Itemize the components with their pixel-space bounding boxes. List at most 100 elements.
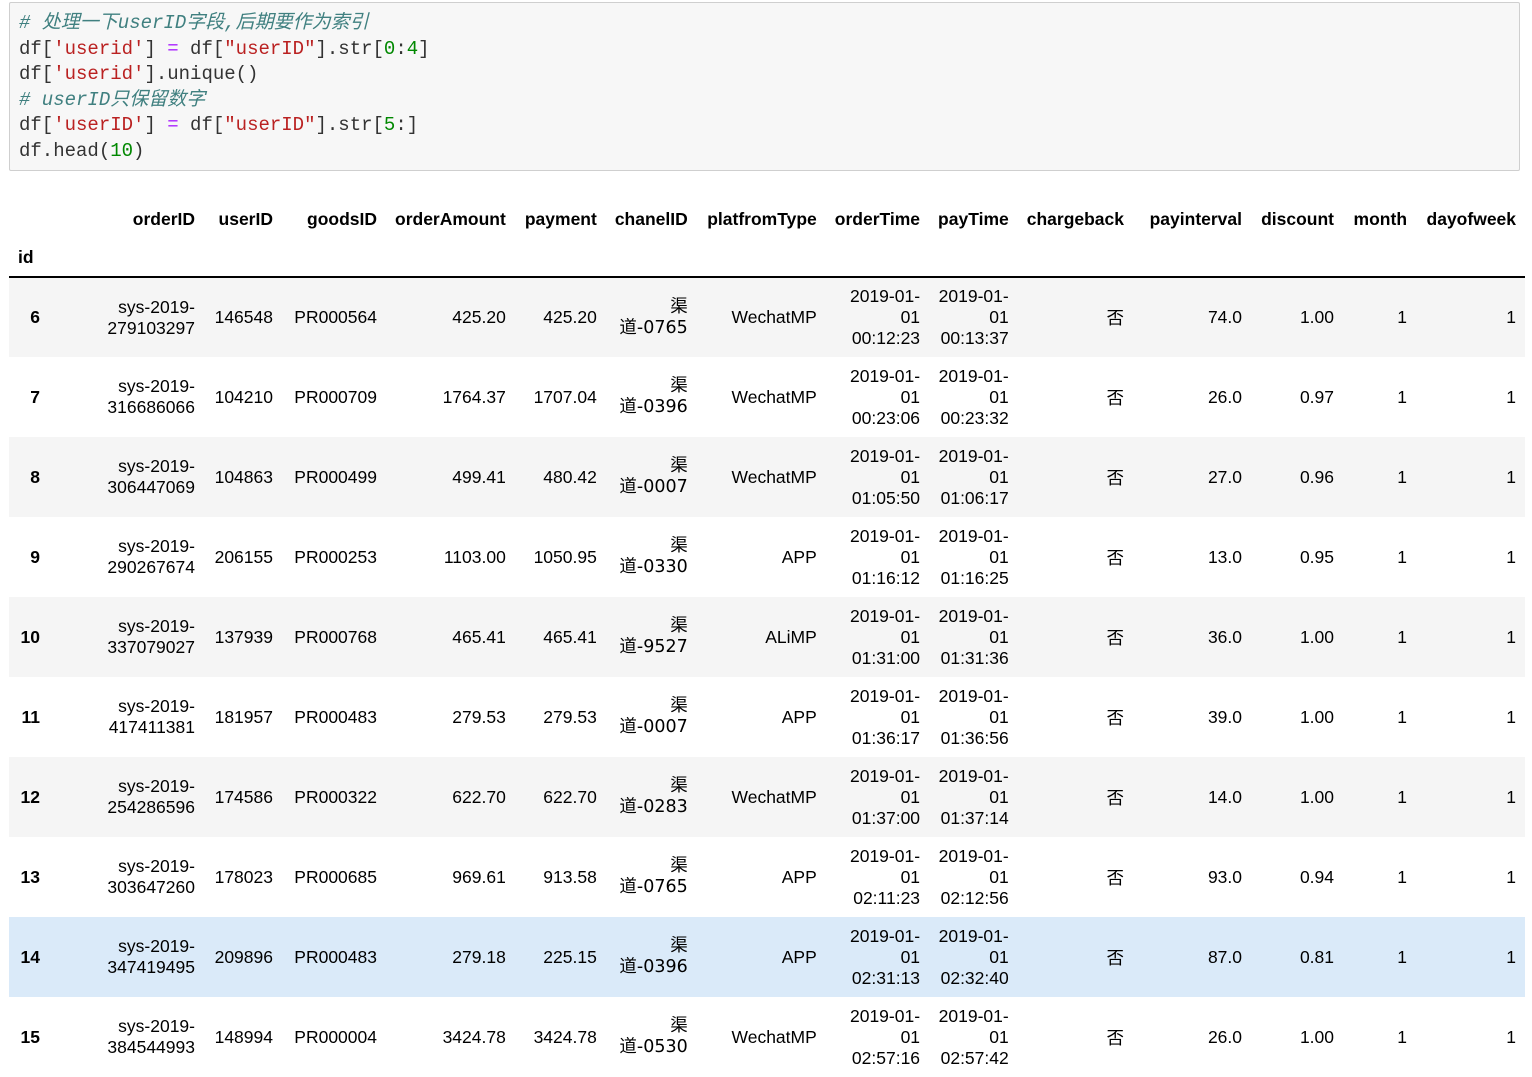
- cell-month: 1: [1397, 786, 1408, 807]
- cell-payinterval: 74.0: [1207, 307, 1243, 327]
- cell-payinterval: 26.0: [1207, 386, 1243, 407]
- table-body: 6 sys-2019-279103297 146548 PR000564 425.20 4…: [9, 277, 1526, 1077]
- cell-month: 1: [1397, 466, 1408, 487]
- cell-ordertime: 2019-01-01 01:36:17: [849, 685, 921, 748]
- cell-chanelid: 渠道-0530: [619, 1016, 688, 1057]
- cell-paytime: 2019-01-01 00:23:32: [938, 365, 1009, 428]
- cell-month: 1: [1397, 866, 1408, 887]
- cell-month: 1: [1397, 946, 1408, 967]
- cell-paytime: 2019-01-01 02:32:40: [938, 925, 1009, 988]
- table-row: 13 sys-2019-303647260 178023 PR000685 969.61…: [9, 837, 1525, 917]
- cell-payment: 1050.95: [533, 546, 597, 567]
- row-index: 6: [30, 307, 40, 327]
- cell-userid: 148994: [214, 1026, 273, 1047]
- table-row: 6 sys-2019-279103297 146548 PR000564 425.20 4…: [9, 277, 1526, 357]
- cell-orderamount: 279.53: [452, 706, 506, 727]
- cell-payinterval: 13.0: [1207, 546, 1243, 567]
- cell-ordertime: 2019-01-01 01:37:00: [849, 765, 921, 828]
- cell-platfromtype: WechatMP: [731, 786, 817, 807]
- cell-ordertime: 2019-01-01 01:05:50: [849, 445, 921, 508]
- cell-discount: 1.00: [1299, 786, 1335, 807]
- row-index: 15: [20, 1026, 40, 1047]
- table-row: 7 sys-2019-316686066 104210 PR000709 1764.37…: [9, 357, 1525, 437]
- cell-dayofweek: 1: [1506, 706, 1517, 727]
- cell-platfromtype: WechatMP: [731, 386, 817, 407]
- cell-payment: 913.58: [543, 866, 597, 887]
- col-header: chargeback: [1026, 208, 1125, 229]
- col-header: orderTime: [834, 208, 921, 229]
- cell-orderid: sys-2019-303647260: [107, 856, 195, 897]
- cell-payinterval: 14.0: [1207, 786, 1243, 807]
- index-name: id: [18, 246, 34, 267]
- cell-discount: 1.00: [1299, 1026, 1335, 1047]
- cell-userid: 104210: [214, 386, 273, 407]
- cell-payinterval: 93.0: [1207, 866, 1243, 887]
- table-row: 11 sys-2019-417411381 181957 PR000483 279.53…: [9, 677, 1525, 757]
- row-index: 12: [20, 786, 40, 807]
- cell-goodsid: PR000709: [294, 386, 377, 407]
- cell-platfromtype: WechatMP: [731, 1026, 817, 1047]
- cell-orderamount: 622.70: [452, 786, 506, 807]
- col-header: payment: [524, 208, 597, 229]
- cell-discount: 0.96: [1299, 466, 1335, 487]
- cell-dayofweek: 1: [1506, 546, 1517, 567]
- col-header: platfromType: [707, 208, 817, 229]
- cell-chanelid: 渠道-0007: [619, 696, 688, 737]
- cell-goodsid: PR000483: [294, 946, 377, 967]
- cell-paytime: 2019-01-01 01:31:36: [938, 605, 1009, 668]
- cell-payment: 1707.04: [533, 386, 597, 407]
- cell-chanelid: 渠道-0007: [619, 456, 688, 497]
- cell-orderid: sys-2019-254286596: [107, 776, 195, 817]
- table-row: 9 sys-2019-290267674 206155 PR000253 1103.00…: [9, 517, 1525, 597]
- cell-dayofweek: 1: [1506, 1026, 1517, 1047]
- cell-ordertime: 2019-01-01 02:11:23: [849, 845, 921, 908]
- cell-orderid: sys-2019-279103297: [107, 296, 195, 338]
- cell-orderid: sys-2019-337079027: [107, 616, 195, 657]
- code-line-6: df.head(10): [19, 139, 145, 162]
- cell-paytime: 2019-01-01 02:57:42: [938, 1005, 1009, 1068]
- table-row: 14 sys-2019-347419495 209896 PR000483 279.18…: [9, 917, 1526, 997]
- cell-goodsid: PR000483: [294, 706, 377, 727]
- code-line-3: df['userid'].unique(): [19, 63, 259, 85]
- cell-userid: 104863: [214, 466, 273, 487]
- cell-month: 1: [1397, 626, 1408, 647]
- col-header: payTime: [938, 208, 1009, 229]
- code-line-2: df['userid'] = df["userID"].str[0:4]: [19, 37, 430, 60]
- cell-chanelid: 渠道-0765: [619, 856, 688, 897]
- table-row: 15 sys-2019-384544993 148994 PR000004 3424.7…: [9, 997, 1525, 1077]
- col-header: chanelID: [614, 208, 688, 229]
- cell-payinterval: 39.0: [1207, 706, 1243, 727]
- col-header: orderAmount: [395, 208, 506, 229]
- cell-chargeback: 否: [1106, 388, 1125, 409]
- cell-payment: 622.70: [543, 786, 597, 807]
- cell-chargeback: 否: [1106, 868, 1125, 889]
- cell-chanelid: 渠道-0396: [619, 936, 688, 977]
- cell-payment: 425.20: [543, 307, 597, 327]
- cell-platfromtype: APP: [781, 706, 817, 727]
- col-header: orderID: [132, 208, 195, 229]
- dataframe-output: orderID userID goodsID orderAmount payme…: [9, 200, 1526, 1077]
- cell-userid: 181957: [214, 706, 273, 727]
- row-index: 7: [30, 386, 40, 407]
- cell-userid: 206155: [214, 546, 273, 567]
- cell-userid: 178023: [214, 866, 273, 887]
- cell-orderid: sys-2019-290267674: [107, 536, 195, 577]
- cell-ordertime: 2019-01-01 00:23:06: [849, 365, 921, 428]
- cell-chargeback: 否: [1106, 788, 1125, 809]
- cell-payinterval: 36.0: [1207, 626, 1243, 647]
- code-editor[interactable]: # 处理一下userID字段,后期要作为索引 df['userid'] = df…: [10, 3, 1519, 164]
- cell-userid: 209896: [214, 946, 273, 967]
- cell-chanelid: 渠道-0283: [619, 776, 688, 817]
- cell-dayofweek: 1: [1506, 386, 1517, 407]
- cell-dayofweek: 1: [1506, 946, 1517, 967]
- col-header: dayofweek: [1426, 208, 1517, 229]
- code-cell-input[interactable]: # 处理一下userID字段,后期要作为索引 df['userid'] = df…: [9, 2, 1520, 171]
- cell-month: 1: [1397, 546, 1408, 567]
- row-index: 8: [30, 466, 40, 487]
- cell-paytime: 2019-01-01 01:36:56: [938, 685, 1009, 748]
- cell-dayofweek: 1: [1506, 786, 1517, 807]
- cell-userid: 137939: [214, 626, 273, 647]
- col-header: discount: [1261, 208, 1335, 229]
- cell-orderid: sys-2019-347419495: [107, 936, 195, 977]
- cell-platfromtype: APP: [781, 546, 817, 567]
